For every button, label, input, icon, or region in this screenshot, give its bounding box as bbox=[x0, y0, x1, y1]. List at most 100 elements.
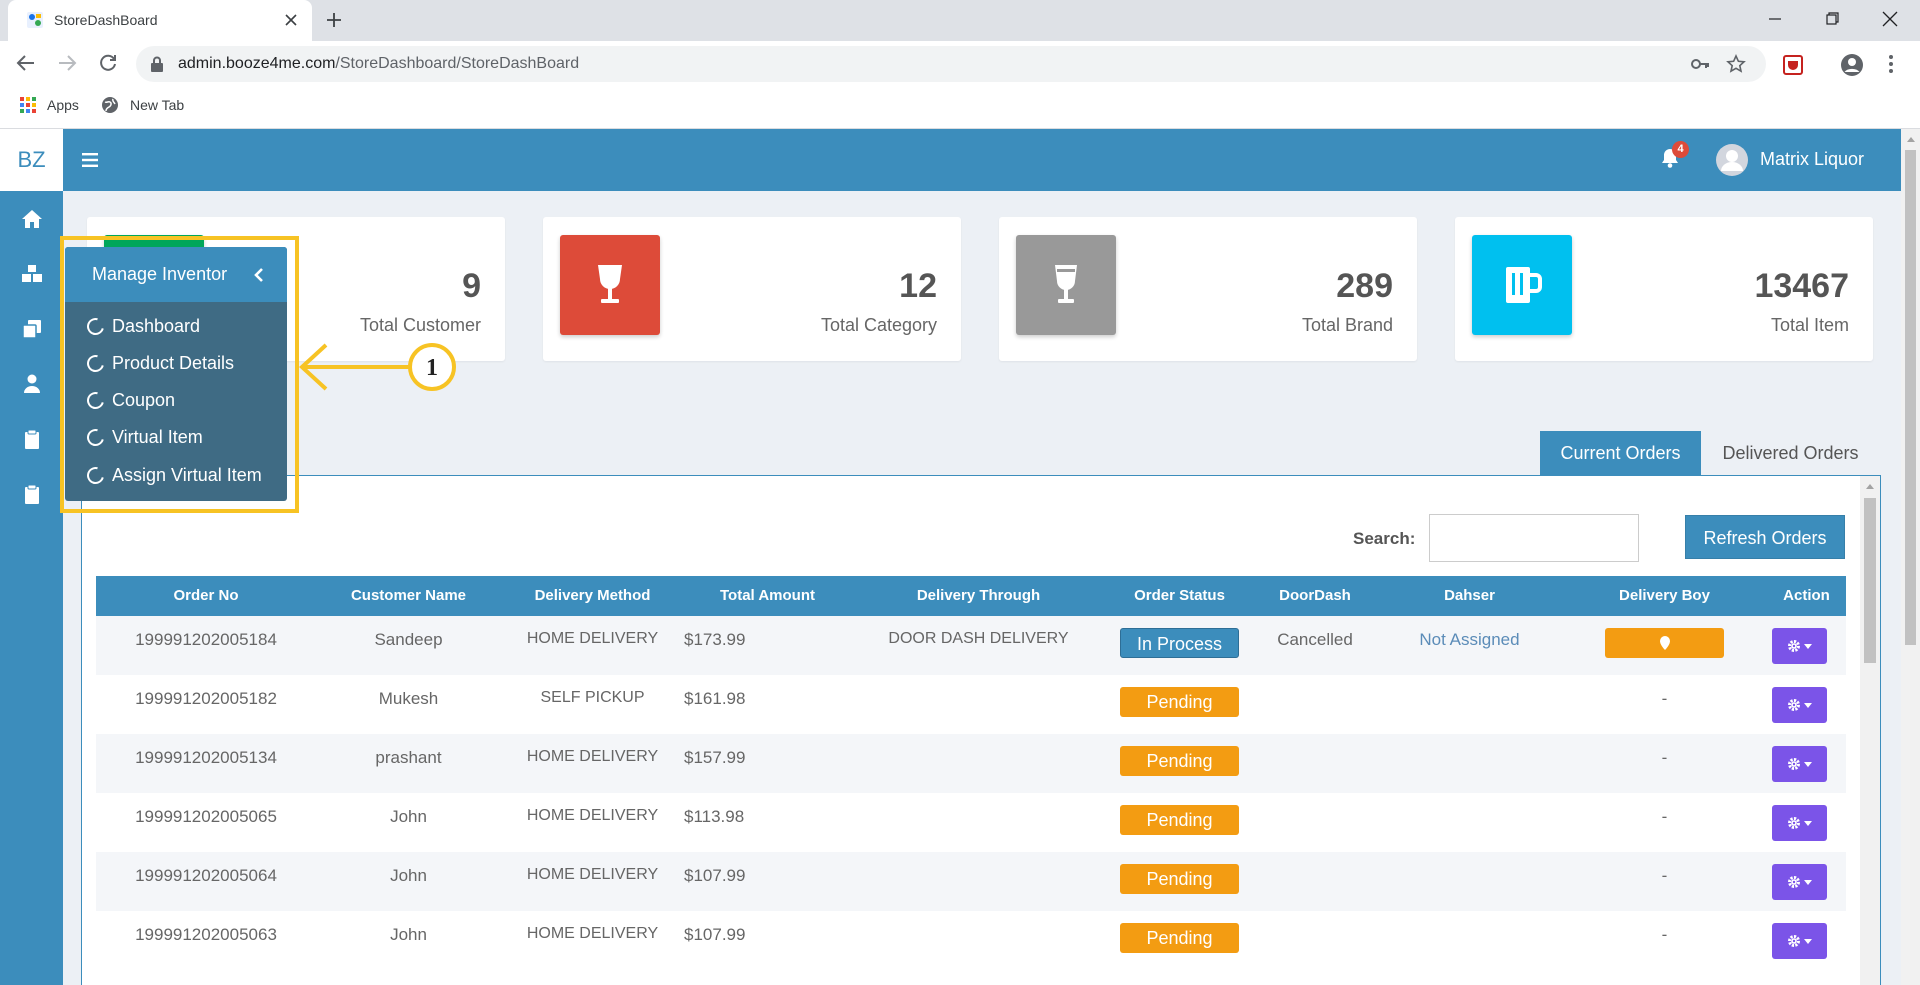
delivery-method: HOME DELIVERY bbox=[526, 748, 659, 765]
map-marker-button[interactable] bbox=[1605, 628, 1724, 658]
column-header[interactable]: Order No bbox=[96, 576, 316, 616]
column-header[interactable]: Dahser bbox=[1377, 576, 1562, 616]
gear-icon bbox=[1788, 876, 1800, 888]
stat-card-brand: 289 Total Brand bbox=[999, 217, 1417, 361]
orders-table: Order No Customer Name Delivery Method T… bbox=[96, 576, 1846, 970]
hamburger-menu-icon[interactable] bbox=[82, 153, 98, 167]
action-gear-button[interactable] bbox=[1772, 923, 1827, 959]
reload-icon[interactable] bbox=[97, 52, 119, 74]
delivery-boy: - bbox=[1661, 866, 1668, 885]
gear-icon bbox=[1788, 817, 1800, 829]
action-gear-button[interactable] bbox=[1772, 864, 1827, 900]
bookmarks-bar: Apps New Tab bbox=[0, 87, 1920, 129]
refresh-orders-button[interactable]: Refresh Orders bbox=[1685, 515, 1845, 559]
status-badge: Pending bbox=[1120, 805, 1239, 835]
home-icon[interactable] bbox=[20, 207, 44, 231]
action-gear-button[interactable] bbox=[1772, 746, 1827, 782]
scroll-up-arrow-icon[interactable] bbox=[1907, 137, 1915, 142]
forward-arrow-icon[interactable] bbox=[56, 52, 78, 74]
search-input[interactable] bbox=[1429, 514, 1639, 562]
clipboard-icon[interactable] bbox=[20, 427, 44, 451]
url-host: admin.booze4me.com bbox=[178, 55, 336, 72]
notification-badge: 4 bbox=[1672, 141, 1689, 158]
caret-down-icon bbox=[1804, 820, 1812, 826]
kebab-menu-icon[interactable] bbox=[1888, 54, 1894, 74]
wine-glass-icon bbox=[560, 235, 660, 335]
column-header[interactable]: Delivery Through bbox=[851, 576, 1106, 616]
map-marker-icon bbox=[1659, 636, 1670, 650]
table-row: 199991202005182 Mukesh SELF PICKUP $161.… bbox=[96, 675, 1846, 734]
browser-tab-strip: StoreDashBoard bbox=[0, 0, 1920, 41]
page-scroll-thumb[interactable] bbox=[1905, 150, 1916, 645]
order-no: 199991202005184 bbox=[135, 630, 277, 649]
user-icon[interactable] bbox=[20, 372, 44, 396]
caret-down-icon bbox=[1804, 702, 1812, 708]
column-header[interactable]: Action bbox=[1767, 576, 1846, 616]
column-header[interactable]: Delivery Boy bbox=[1562, 576, 1767, 616]
order-no: 199991202005182 bbox=[135, 689, 277, 708]
tab-delivered-orders[interactable]: Delivered Orders bbox=[1703, 431, 1878, 475]
table-scroll-thumb[interactable] bbox=[1864, 498, 1876, 663]
profile-icon[interactable] bbox=[1840, 53, 1864, 77]
address-bar[interactable]: admin.booze4me.com/StoreDashboard/StoreD… bbox=[136, 46, 1766, 82]
column-header[interactable]: Delivery Method bbox=[501, 576, 684, 616]
total-amount: $157.99 bbox=[684, 748, 746, 767]
lock-icon[interactable] bbox=[150, 56, 164, 72]
action-gear-button[interactable] bbox=[1772, 805, 1827, 841]
app-logo[interactable]: BZ bbox=[0, 129, 63, 191]
minimize-icon[interactable] bbox=[1767, 11, 1783, 27]
delivery-method: HOME DELIVERY bbox=[526, 925, 659, 942]
scroll-up-arrow-icon[interactable] bbox=[1866, 484, 1874, 489]
orders-panel: Search: Refresh Orders Order No Customer… bbox=[81, 475, 1881, 985]
close-window-icon[interactable] bbox=[1881, 10, 1899, 28]
delivery-method: HOME DELIVERY bbox=[526, 807, 659, 824]
total-amount: $161.98 bbox=[684, 689, 746, 708]
user-avatar-icon[interactable] bbox=[1715, 143, 1749, 177]
column-header[interactable]: Customer Name bbox=[316, 576, 501, 616]
browser-tab[interactable]: StoreDashBoard bbox=[8, 0, 312, 41]
total-amount: $107.99 bbox=[684, 925, 746, 944]
url-text[interactable]: admin.booze4me.com/StoreDashboard/StoreD… bbox=[178, 55, 579, 73]
bookmark-star-icon[interactable] bbox=[1726, 54, 1746, 74]
extension-icon[interactable] bbox=[1783, 55, 1803, 75]
back-arrow-icon[interactable] bbox=[15, 52, 37, 74]
table-scrollbar[interactable] bbox=[1860, 476, 1880, 985]
status-badge: Pending bbox=[1120, 864, 1239, 894]
key-icon[interactable] bbox=[1690, 55, 1710, 73]
annotation-callout: 1 bbox=[299, 343, 456, 391]
order-no: 199991202005065 bbox=[135, 807, 277, 826]
clipboard-icon[interactable] bbox=[20, 482, 44, 506]
page-scrollbar[interactable] bbox=[1901, 129, 1920, 985]
doordash-status: Cancelled bbox=[1277, 630, 1353, 649]
close-tab-icon[interactable] bbox=[283, 12, 299, 28]
gear-icon bbox=[1788, 935, 1800, 947]
column-header[interactable]: Order Status bbox=[1106, 576, 1253, 616]
apps-grid-icon bbox=[20, 97, 36, 113]
order-no: 199991202005064 bbox=[135, 866, 277, 885]
customer-name: John bbox=[390, 925, 427, 944]
bookmark-apps-label: Apps bbox=[47, 97, 79, 113]
caret-down-icon bbox=[1804, 643, 1812, 649]
url-path: /StoreDashboard/StoreDashBoard bbox=[335, 55, 580, 72]
column-header[interactable]: DoorDash bbox=[1253, 576, 1377, 616]
glass-icon bbox=[1016, 235, 1116, 335]
new-tab-plus-icon[interactable] bbox=[325, 11, 343, 29]
total-amount: $107.99 bbox=[684, 866, 746, 885]
stat-card-category: 12 Total Category bbox=[543, 217, 961, 361]
customer-name: Mukesh bbox=[378, 689, 439, 708]
delivery-boy: - bbox=[1661, 689, 1668, 708]
action-gear-button[interactable] bbox=[1772, 628, 1827, 664]
delivery-through: DOOR DASH DELIVERY bbox=[888, 630, 1069, 647]
cubes-icon[interactable] bbox=[20, 262, 44, 286]
bookmark-apps[interactable]: Apps bbox=[20, 97, 79, 113]
bookmark-new-tab[interactable]: New Tab bbox=[101, 96, 184, 114]
maximize-icon[interactable] bbox=[1824, 11, 1840, 27]
action-gear-button[interactable] bbox=[1772, 687, 1827, 723]
column-header[interactable]: Total Amount bbox=[684, 576, 851, 616]
tab-title: StoreDashBoard bbox=[54, 12, 158, 28]
stat-card-item: 13467 Total Item bbox=[1455, 217, 1873, 361]
user-name[interactable]: Matrix Liquor bbox=[1760, 149, 1864, 170]
tab-current-orders[interactable]: Current Orders bbox=[1540, 431, 1701, 475]
clone-icon[interactable] bbox=[20, 317, 44, 341]
beer-mug-icon bbox=[1472, 235, 1572, 335]
